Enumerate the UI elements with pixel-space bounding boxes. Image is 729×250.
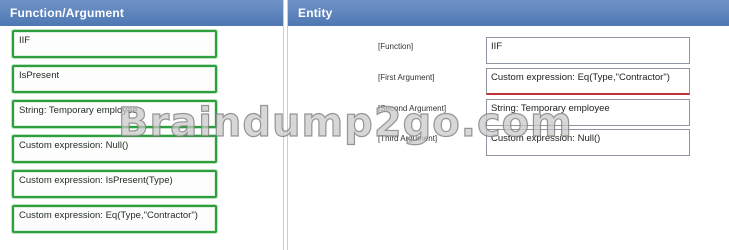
list-item-custom-expression-eq[interactable]: Custom expression: Eq(Type,"Contractor") xyxy=(12,205,217,233)
list-item-ispresent[interactable]: IsPresent xyxy=(12,65,217,93)
second-argument-field[interactable]: String: Temporary employee xyxy=(486,99,690,126)
list-item-label: Custom expression: Eq(Type,"Contractor") xyxy=(19,210,198,221)
function-argument-header: Function/Argument xyxy=(0,0,283,26)
entity-label-function: [Function] xyxy=(378,42,414,51)
list-item-label: Custom expression: Null() xyxy=(19,140,129,151)
entity-panel: Entity [Function] IIF [First Argument] C… xyxy=(287,0,729,250)
entity-label-first-argument: [First Argument] xyxy=(378,73,435,82)
first-argument-field[interactable]: Custom expression: Eq(Type,"Contractor") xyxy=(486,68,690,95)
list-item-custom-expression-null[interactable]: Custom expression: Null() xyxy=(12,135,217,163)
list-item-custom-expression-ispresent[interactable]: Custom expression: IsPresent(Type) xyxy=(12,170,217,198)
entity-label-third-argument: [Third Argument] xyxy=(378,134,438,143)
function-argument-panel: Function/Argument IIF IsPresent String: … xyxy=(0,0,284,250)
list-item-label: IsPresent xyxy=(19,70,60,81)
function-field[interactable]: IIF xyxy=(486,37,690,64)
argument-list: IIF IsPresent String: Temporary employee… xyxy=(12,30,217,240)
list-item-iif[interactable]: IIF xyxy=(12,30,217,58)
entity-header: Entity xyxy=(288,0,729,26)
third-argument-field[interactable]: Custom expression: Null() xyxy=(486,129,690,156)
list-item-label: IIF xyxy=(19,35,31,46)
list-item-label: String: Temporary employee xyxy=(19,105,138,116)
entity-label-second-argument: [Second Argument] xyxy=(378,104,447,113)
list-item-string-temporary-employee[interactable]: String: Temporary employee xyxy=(12,100,217,128)
list-item-label: Custom expression: IsPresent(Type) xyxy=(19,175,173,186)
